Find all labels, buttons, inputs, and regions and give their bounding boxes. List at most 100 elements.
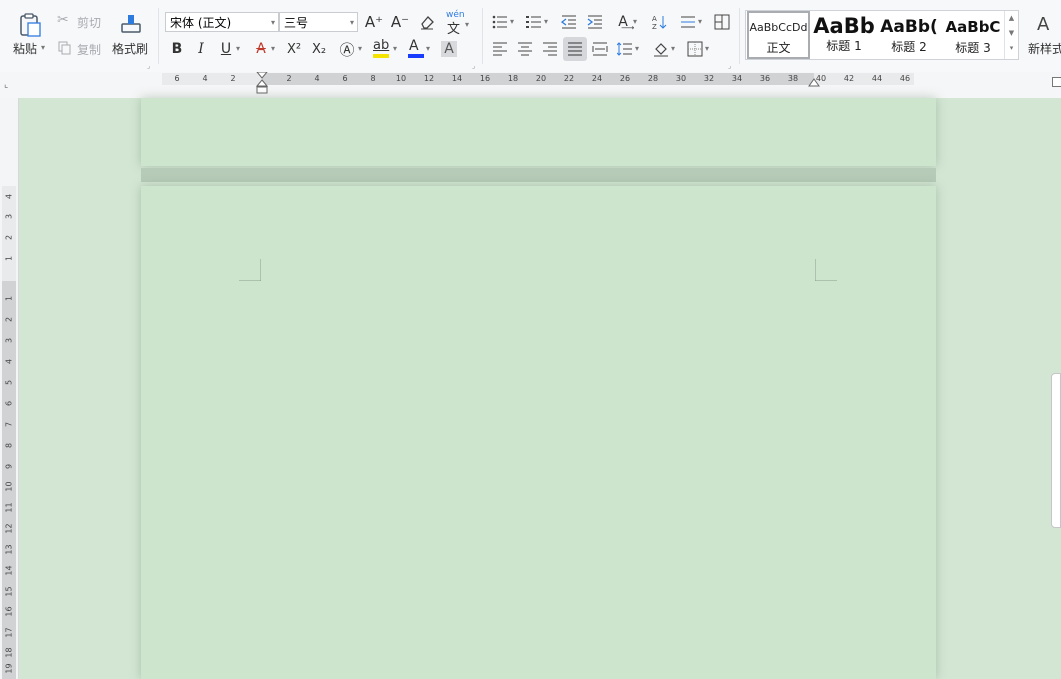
underline-button[interactable]: U — [215, 38, 237, 60]
dialog-launcher-icon[interactable]: ⌟ — [728, 62, 731, 70]
align-center-button[interactable] — [514, 38, 536, 60]
borders-icon — [687, 41, 703, 57]
character-shading-button[interactable]: A — [438, 38, 460, 60]
style-heading-2[interactable]: AaBb( 标题 2 — [877, 11, 941, 59]
ruler-tick: 4 — [202, 74, 208, 83]
show-marks-button[interactable] — [677, 11, 699, 33]
style-normal-label: 正文 — [766, 41, 791, 55]
chevron-down-icon: ▾ — [465, 20, 470, 29]
ruler-tick: 4 — [314, 74, 320, 83]
bold-button[interactable]: B — [166, 38, 188, 60]
chevron-down-icon[interactable]: ▾ — [393, 44, 397, 53]
table-layout-button[interactable] — [711, 11, 733, 33]
more-styles-icon[interactable]: ▾ — [1005, 41, 1018, 56]
style-heading-3[interactable]: AaBbC 标题 3 — [942, 11, 1004, 59]
chevron-down-icon[interactable]: ▾ — [236, 44, 240, 53]
vruler-tick: 15 — [4, 586, 14, 597]
line-spacing-button[interactable] — [614, 38, 636, 60]
ruler-corner-icon[interactable]: ⌞ — [4, 80, 8, 90]
sort-button[interactable]: AZ — [648, 11, 670, 33]
format-painter-label: 格式刷 — [112, 42, 149, 56]
justify-button[interactable] — [563, 37, 587, 61]
chevron-down-icon[interactable]: ▾ — [544, 17, 548, 26]
align-left-button[interactable] — [489, 38, 511, 60]
ruler-tick: 8 — [370, 74, 376, 83]
vertical-scrollbar-thumb[interactable] — [1051, 373, 1061, 528]
view-toggle-button[interactable] — [1052, 77, 1061, 87]
separator — [739, 8, 740, 64]
subscript-button[interactable]: X₂ — [308, 38, 330, 60]
chevron-down-icon[interactable]: ▾ — [635, 44, 639, 53]
align-right-icon — [543, 42, 557, 56]
italic-button[interactable]: I — [190, 38, 212, 60]
right-indent-marker[interactable] — [808, 78, 820, 88]
text-direction-button[interactable]: A͢ — [612, 11, 634, 33]
paste-button[interactable]: 粘贴 ▾ — [10, 10, 48, 62]
text-effect-button[interactable]: Ⓐ — [336, 38, 358, 60]
chevron-down-icon[interactable]: ▾ — [671, 44, 675, 53]
line-spacing-icon — [617, 42, 632, 56]
ruler-tick: 30 — [675, 74, 687, 83]
first-line-indent-marker[interactable] — [256, 72, 268, 94]
increase-indent-button[interactable] — [584, 11, 606, 33]
ruler-tick: 42 — [843, 74, 855, 83]
vruler-tick: 6 — [4, 400, 14, 407]
bullets-button[interactable] — [489, 11, 511, 33]
decrease-indent-button[interactable] — [558, 11, 580, 33]
font-color-button[interactable]: A — [405, 38, 427, 60]
ruler-tick: 46 — [899, 74, 911, 83]
vruler-tick: 3 — [4, 337, 14, 344]
dialog-launcher-icon[interactable]: ⌟ — [147, 62, 150, 70]
style-heading-1[interactable]: AaBb 标题 1 — [812, 11, 876, 59]
highlight-button[interactable]: ab — [370, 38, 394, 60]
font-size-select[interactable]: 三号 ▾ — [279, 12, 358, 32]
ruler-tick: 38 — [787, 74, 799, 83]
ruler-tick: 6 — [174, 74, 180, 83]
chevron-down-icon[interactable]: ▾ — [633, 17, 637, 26]
styles-scroll[interactable]: ▲ ▼ ▾ — [1004, 11, 1018, 59]
document-page-previous[interactable] — [141, 98, 936, 166]
distributed-button[interactable] — [589, 38, 611, 60]
chevron-down-icon[interactable]: ▾ — [271, 44, 275, 53]
style-normal[interactable]: AaBbCcDd 正文 — [747, 11, 810, 59]
numbering-button[interactable] — [523, 11, 545, 33]
copy-button[interactable]: 复制 — [57, 39, 105, 59]
shrink-font-button[interactable]: A⁻ — [389, 11, 411, 33]
vruler-tick: 18 — [4, 647, 14, 658]
chevron-down-icon[interactable]: ▾ — [426, 44, 430, 53]
clear-formatting-button[interactable] — [416, 11, 438, 33]
chevron-up-icon[interactable]: ▲ — [1005, 11, 1018, 26]
cut-button[interactable]: ✂ 剪切 — [57, 12, 105, 32]
chevron-down-icon: ▾ — [270, 18, 275, 27]
chevron-down-icon[interactable]: ▾ — [358, 44, 362, 53]
vruler-tick: 17 — [4, 627, 14, 638]
borders-button[interactable] — [684, 38, 706, 60]
new-style-button[interactable]: A 新样式 — [1025, 10, 1061, 62]
style-heading-1-preview: AaBb — [813, 14, 875, 38]
svg-text:A: A — [652, 15, 657, 23]
vruler-tick: 14 — [4, 565, 14, 576]
ruler-tick: 32 — [703, 74, 715, 83]
highlight-color-bar — [373, 54, 389, 58]
ruler-tick: 2 — [230, 74, 236, 83]
dialog-launcher-icon[interactable]: ⌟ — [472, 62, 475, 70]
chevron-down-icon[interactable]: ▾ — [510, 17, 514, 26]
shading-button[interactable] — [650, 38, 672, 60]
chevron-down-icon[interactable]: ▼ — [1005, 26, 1018, 41]
vruler-tick: 19 — [4, 663, 14, 674]
decrease-indent-icon — [561, 15, 576, 29]
strikethrough-button[interactable]: A — [250, 38, 272, 60]
chevron-down-icon[interactable]: ▾ — [41, 43, 45, 52]
grow-font-button[interactable]: A⁺ — [363, 11, 385, 33]
align-right-button[interactable] — [539, 38, 561, 60]
chevron-down-icon[interactable]: ▾ — [698, 17, 702, 26]
justify-icon — [568, 42, 582, 56]
chevron-down-icon[interactable]: ▾ — [705, 44, 709, 53]
font-family-select[interactable]: 宋体 (正文) ▾ — [165, 12, 279, 32]
table-layout-icon — [714, 14, 730, 30]
format-painter-button[interactable]: 格式刷 — [110, 10, 152, 62]
vruler-tick: 1 — [4, 255, 14, 262]
superscript-button[interactable]: X² — [283, 38, 305, 60]
sort-icon: AZ — [652, 15, 667, 30]
phonetic-guide-button[interactable]: wén 文 ▾ — [444, 10, 474, 37]
